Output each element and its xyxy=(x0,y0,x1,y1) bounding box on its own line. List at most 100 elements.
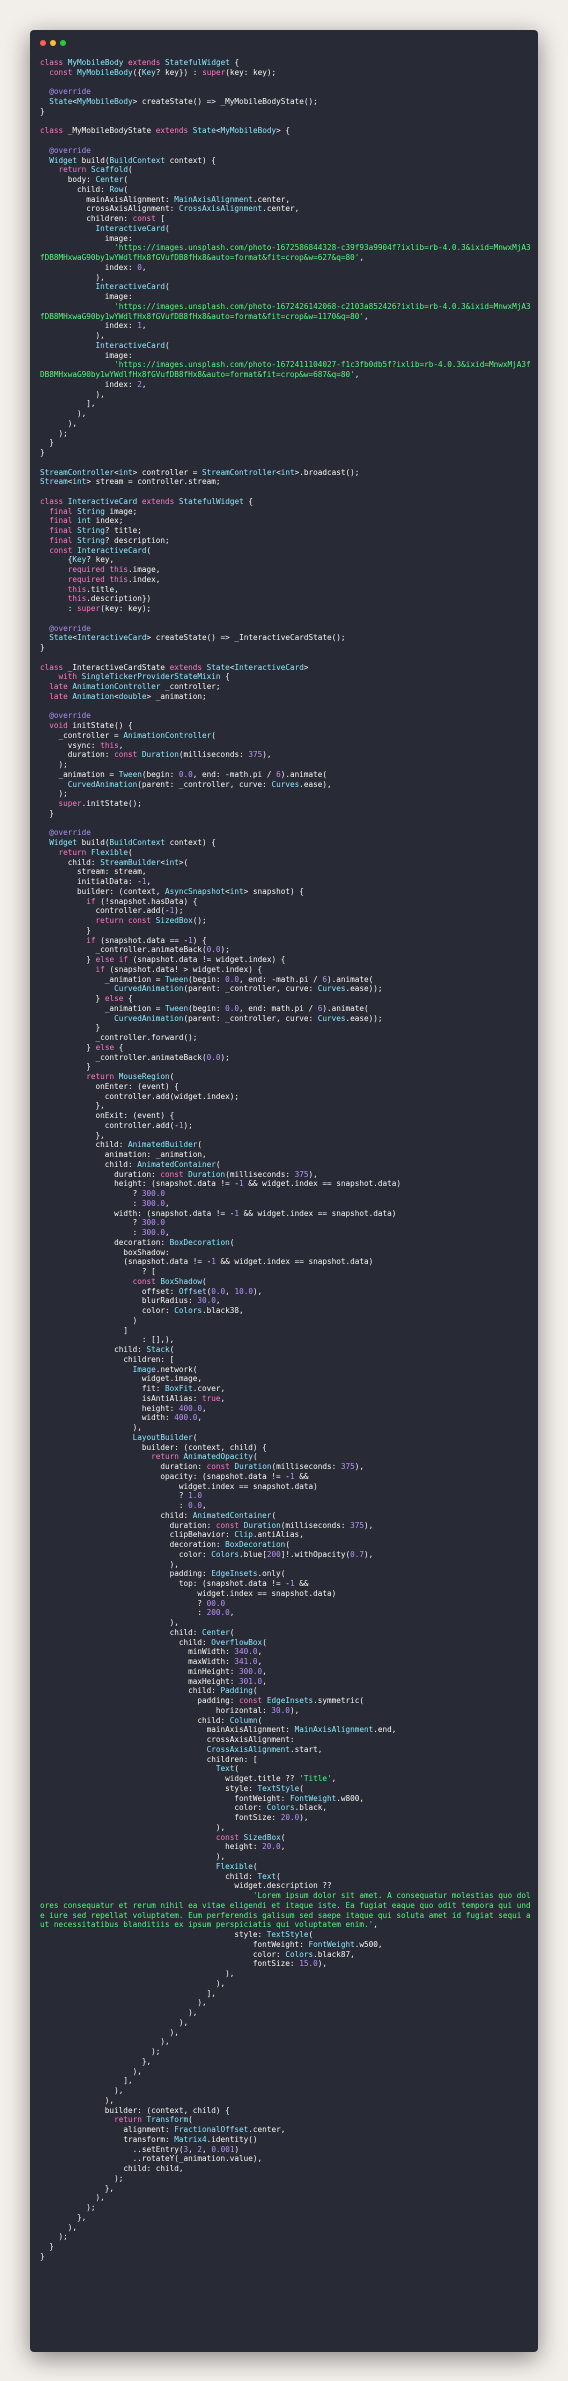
code-line: _controller.animateBack(0.0); xyxy=(40,1052,230,1062)
code-line: return MouseRegion( xyxy=(86,1072,175,1081)
code-line: child: OverflowBox( xyxy=(40,1637,267,1647)
code-line: onExit: (event) { xyxy=(40,1111,175,1120)
code-line: ); xyxy=(40,760,68,769)
code-line: index: 0, xyxy=(40,262,147,272)
close-dot-icon[interactable] xyxy=(40,40,46,46)
code-line: fontWeight: FontWeight.w500, xyxy=(40,1939,383,1949)
code-line: _controller.forward(); xyxy=(40,1033,198,1042)
code-line: @override xyxy=(49,623,91,633)
code-line: duration: const Duration(milliseconds: 3… xyxy=(40,1520,374,1530)
code-line: mainAxisAlignment: MainAxisAlignment.end… xyxy=(40,1725,397,1735)
code-line: ), xyxy=(40,2193,105,2203)
code-line: child: Padding( xyxy=(40,1686,258,1696)
code-line: minHeight: 300.0, xyxy=(40,1666,267,1676)
code-line: clipBehavior: Clip.antiAlias, xyxy=(40,1530,304,1540)
code-line: blurRadius: 30.0, xyxy=(40,1296,221,1306)
code-line: color: Colors.blue[200]!.withOpacity(0.7… xyxy=(40,1549,374,1559)
code-line: const MyMobileBody({Key? key}) : super(k… xyxy=(49,67,277,77)
code-line: ), xyxy=(40,2222,78,2232)
code-line: with SingleTickerProviderStateMixin { xyxy=(58,672,230,682)
code-line: controller.add(-1); xyxy=(40,1120,193,1130)
code-line: image: xyxy=(40,292,133,301)
code-line: 'Lorem ipsum dolor sit amet. A consequat… xyxy=(40,1891,531,1930)
code-line: controller.add(-1); xyxy=(40,906,184,916)
code-line: ); xyxy=(40,428,68,438)
code-line: vsync: this, xyxy=(40,740,124,750)
code-line: builder: (context, child) { xyxy=(40,2105,230,2115)
code-line: controller.add(widget.index); xyxy=(40,1091,240,1101)
code-line: ), xyxy=(40,1618,179,1627)
code-line: ), xyxy=(40,2086,124,2095)
code-line: width: 400.0, xyxy=(40,1413,203,1423)
code-line: minWidth: 340.0, xyxy=(40,1647,263,1657)
code-line: child: AnimatedBuilder( xyxy=(40,1140,203,1150)
code-line: const InteractiveCard( xyxy=(49,545,152,555)
code-line: const SizedBox( xyxy=(215,1832,286,1842)
code-line: ), xyxy=(40,331,105,340)
code-line: (snapshot.data != -1 && widget.index == … xyxy=(40,1257,374,1267)
code-line: fontSize: 20.0), xyxy=(40,1813,309,1822)
code-line: } xyxy=(40,438,54,448)
code-line: ) xyxy=(40,1315,138,1325)
code-line: builder: (context, child) { xyxy=(40,1442,267,1452)
code-line: _animation = Tween(begin: 0.0, end: math… xyxy=(40,1003,369,1013)
code-line: StreamController<int> controller = Strea… xyxy=(40,467,360,477)
code-line: } xyxy=(40,448,45,457)
minimize-dot-icon[interactable] xyxy=(50,40,56,46)
code-line: ), xyxy=(40,2095,115,2105)
code-line: return Scaffold( xyxy=(58,165,133,175)
code-line: void initState() { xyxy=(49,721,133,730)
code-line: style: TextStyle( xyxy=(40,1930,314,1939)
code-line: {Key? key, xyxy=(40,555,115,565)
code-line: color: Colors.black38, xyxy=(40,1306,244,1315)
code-line: ), xyxy=(40,2066,142,2076)
code-line: ); xyxy=(40,2173,124,2183)
code-line: child: Center( xyxy=(40,1627,235,1637)
code-line: index: 1, xyxy=(40,321,147,331)
code-line: ..setEntry(3, 2, 0.001) xyxy=(40,2144,240,2154)
code-line: }, xyxy=(40,1101,105,1111)
code-line: ], xyxy=(40,399,96,409)
code-line: _controller.animateBack(0.0); xyxy=(40,945,230,955)
code-line: children: [ xyxy=(40,1354,175,1364)
code-line: ); xyxy=(40,2047,161,2056)
code-line: }, xyxy=(40,1130,105,1140)
code-line: Widget build(BuildContext context) { xyxy=(49,838,216,847)
code-line: required this.image, xyxy=(67,565,161,574)
code-line: return Flexible( xyxy=(58,847,133,857)
code-line: State<InteractiveCard> createState() => … xyxy=(49,633,346,643)
code-line: } xyxy=(40,2251,45,2261)
code-line: 'https://images.unsplash.com/photo-16725… xyxy=(40,243,531,262)
code-line: index: 2, xyxy=(40,379,147,389)
code-window: class MyMobileBody extends StatefulWidge… xyxy=(30,30,538,2352)
code-line: class _InteractiveCardState extends Stat… xyxy=(40,662,309,672)
code-line: isAntiAlias: true, xyxy=(40,1393,226,1403)
code-line: ), xyxy=(40,1978,226,1988)
code-line: ); xyxy=(40,789,68,799)
code-line: }, xyxy=(40,2212,87,2222)
code-line: LayoutBuilder( xyxy=(132,1432,198,1442)
code-line: child: AnimatedContainer( xyxy=(40,1159,221,1169)
code-line: : [],), xyxy=(40,1335,175,1345)
code-line: super.initState(); xyxy=(58,799,142,808)
code-line: padding: EdgeInsets.only( xyxy=(40,1569,286,1579)
code-line: } xyxy=(40,925,91,935)
code-line: ), xyxy=(40,2027,179,2037)
code-line: : 0.0, xyxy=(40,1501,207,1510)
code-line: mainAxisAlignment: MainAxisAlignment.cen… xyxy=(40,194,290,204)
code-line: color: Colors.black, xyxy=(40,1803,327,1813)
code-line: @override xyxy=(49,145,91,155)
code-line: return Transform( xyxy=(114,2115,193,2125)
code-block: class MyMobileBody extends StatefulWidge… xyxy=(40,58,532,2262)
code-line: final String image; xyxy=(49,506,138,516)
code-line: return AnimatedOpacity( xyxy=(151,1452,258,1462)
code-line: boxShadow: xyxy=(40,1247,170,1257)
code-line: class InteractiveCard extends StatefulWi… xyxy=(40,496,253,506)
code-line: ? 00.0 xyxy=(40,1598,226,1608)
code-line: ), xyxy=(40,1852,226,1861)
maximize-dot-icon[interactable] xyxy=(60,40,66,46)
